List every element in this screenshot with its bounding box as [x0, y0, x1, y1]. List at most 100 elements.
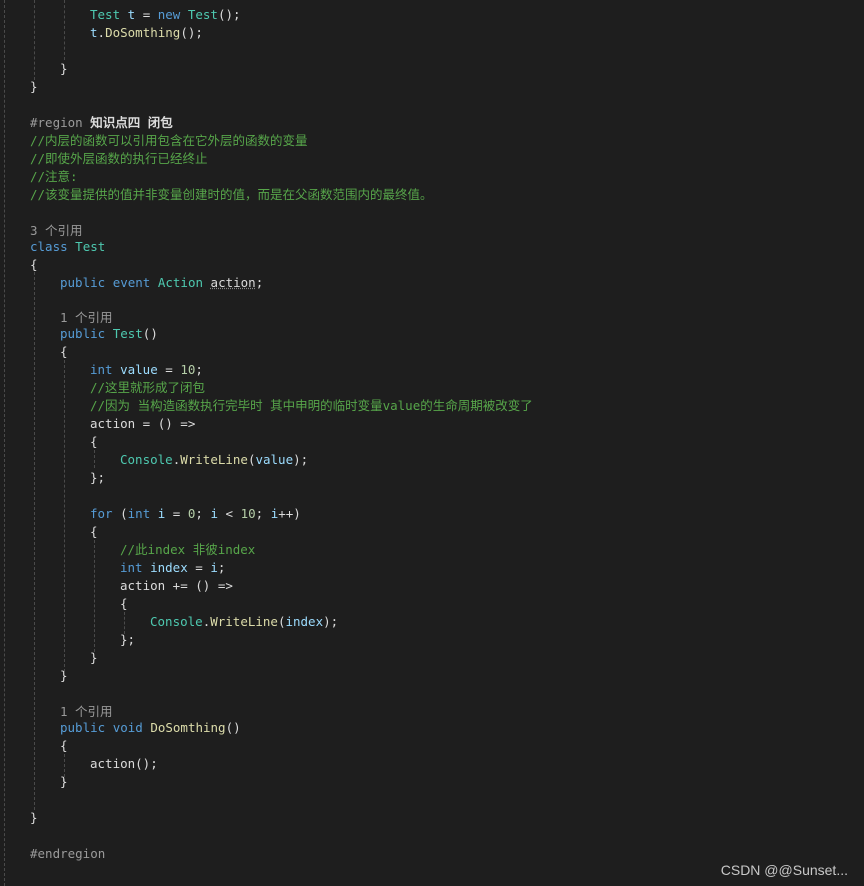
method-token: WriteLine [210, 614, 278, 629]
keyword-token: for [90, 506, 113, 521]
number-token: 10 [180, 362, 196, 377]
indent-guide [64, 360, 65, 672]
keyword-token: new [157, 7, 181, 22]
number-token: 10 [240, 506, 256, 521]
comment-line: //因为 当构造函数执行完毕时 其中申明的临时变量value的生命周期被改变了 [90, 398, 533, 413]
punct-token: ; [195, 362, 203, 377]
variable-token: index [150, 560, 188, 575]
type-token: Console [120, 452, 173, 467]
endregion-directive[interactable]: #endregion [30, 845, 105, 863]
variable-token: t [90, 25, 98, 40]
code-line: public event Action action; [60, 274, 263, 292]
code-line: } [30, 810, 38, 825]
code-line: { [120, 596, 128, 611]
watermark: CSDN @@Sunset... [720, 862, 848, 878]
keyword-token: public [60, 720, 106, 735]
punct-token: ); [323, 614, 339, 629]
operator-token: = [165, 506, 188, 521]
punct-token: . [97, 25, 106, 40]
directive-token: #region [30, 115, 83, 130]
code-line: Test t = new Test(); [90, 6, 241, 24]
punct-token: ); [293, 452, 309, 467]
keyword-token: class [30, 239, 68, 254]
comment-line: //这里就形成了闭包 [90, 380, 206, 395]
type-token: Test [187, 7, 218, 22]
type-token: Console [150, 614, 203, 629]
keyword-token: int [120, 560, 143, 575]
keyword-token: void [112, 720, 143, 735]
punct-token: () [225, 720, 241, 735]
region-name: 知识点四 闭包 [90, 115, 173, 130]
method-token: DoSomthing [105, 25, 181, 40]
variable-token: index [285, 614, 324, 629]
type-token: Test [90, 7, 121, 22]
keyword-token: int [90, 362, 113, 377]
code-line: { [90, 524, 98, 539]
keyword-token: public [60, 326, 106, 341]
comment-line: //此index 非彼index [120, 542, 256, 557]
code-line: class Test [30, 238, 105, 256]
code-line: { [90, 434, 98, 449]
operator-token: = () => [135, 416, 196, 431]
keyword-token: public [60, 275, 106, 290]
comment-line: //注意: [30, 169, 78, 184]
indent-guide [64, 0, 65, 60]
punct-token: ; [195, 506, 211, 521]
variable-token: i [210, 506, 218, 521]
code-line: } [60, 61, 68, 76]
code-line: { [60, 344, 68, 359]
code-line: int index = i; [120, 559, 225, 577]
indent-guide [34, 0, 35, 80]
code-line: }; [90, 470, 106, 485]
comment-line: //内层的函数可以引用包含在它外层的函数的变量 [30, 133, 308, 148]
code-line: Console.WriteLine(value); [120, 451, 308, 469]
code-line: { [30, 257, 38, 272]
variable-token: value [255, 452, 294, 467]
punct-token: (); [180, 25, 203, 40]
type-token: Test [75, 239, 106, 254]
code-line: { [60, 738, 68, 753]
code-line: } [60, 774, 68, 789]
keyword-token: int [127, 506, 151, 521]
indent-guide [4, 0, 5, 886]
punct-token: ( [112, 506, 128, 521]
code-line: action += () => [120, 577, 233, 595]
code-line: action(); [90, 756, 158, 771]
region-directive[interactable]: #region 知识点四 闭包 [30, 114, 173, 132]
event-name-token: action [210, 275, 256, 290]
type-token: Action [157, 275, 204, 290]
punct-token: ++) [278, 506, 301, 521]
code-line: public void DoSomthing() [60, 719, 241, 737]
operator-token: < [217, 506, 241, 521]
code-editor[interactable]: Test t = new Test(); t.DoSomthing(); } }… [0, 0, 864, 886]
code-line: action = () => [90, 415, 195, 433]
code-line: } [30, 79, 38, 94]
punct-token: ; [217, 560, 226, 575]
comment-line: //即使外层函数的执行已经终止 [30, 151, 208, 166]
keyword-token: event [112, 275, 151, 290]
comment-line: //该变量提供的值并非变量创建时的值，而是在父函数范围内的最终值。 [30, 187, 433, 202]
code-line: } [90, 650, 98, 665]
punct-token: ; [255, 275, 264, 290]
punct-token: ; [255, 506, 271, 521]
variable-token: i [210, 560, 218, 575]
code-line: } [60, 668, 68, 683]
code-line: Console.WriteLine(index); [150, 613, 338, 631]
operator-token: += () => [165, 578, 233, 593]
operator-token: = [187, 560, 211, 575]
punct-token: (); [217, 7, 241, 22]
operator-token: = [157, 362, 181, 377]
code-line: t.DoSomthing(); [90, 24, 203, 42]
variable-token: value [120, 362, 158, 377]
code-line: }; [120, 632, 136, 647]
code-line: int value = 10; [90, 361, 203, 379]
method-token: DoSomthing [150, 720, 226, 735]
indent-guide [94, 450, 95, 468]
indent-guide [34, 272, 35, 810]
event-name-token: action [90, 416, 136, 431]
indent-guide [94, 540, 95, 652]
punct-token: () [142, 326, 158, 341]
code-line: for (int i = 0; i < 10; i++) [90, 505, 301, 523]
event-name-token: action [120, 578, 166, 593]
operator-token: = [135, 7, 158, 22]
